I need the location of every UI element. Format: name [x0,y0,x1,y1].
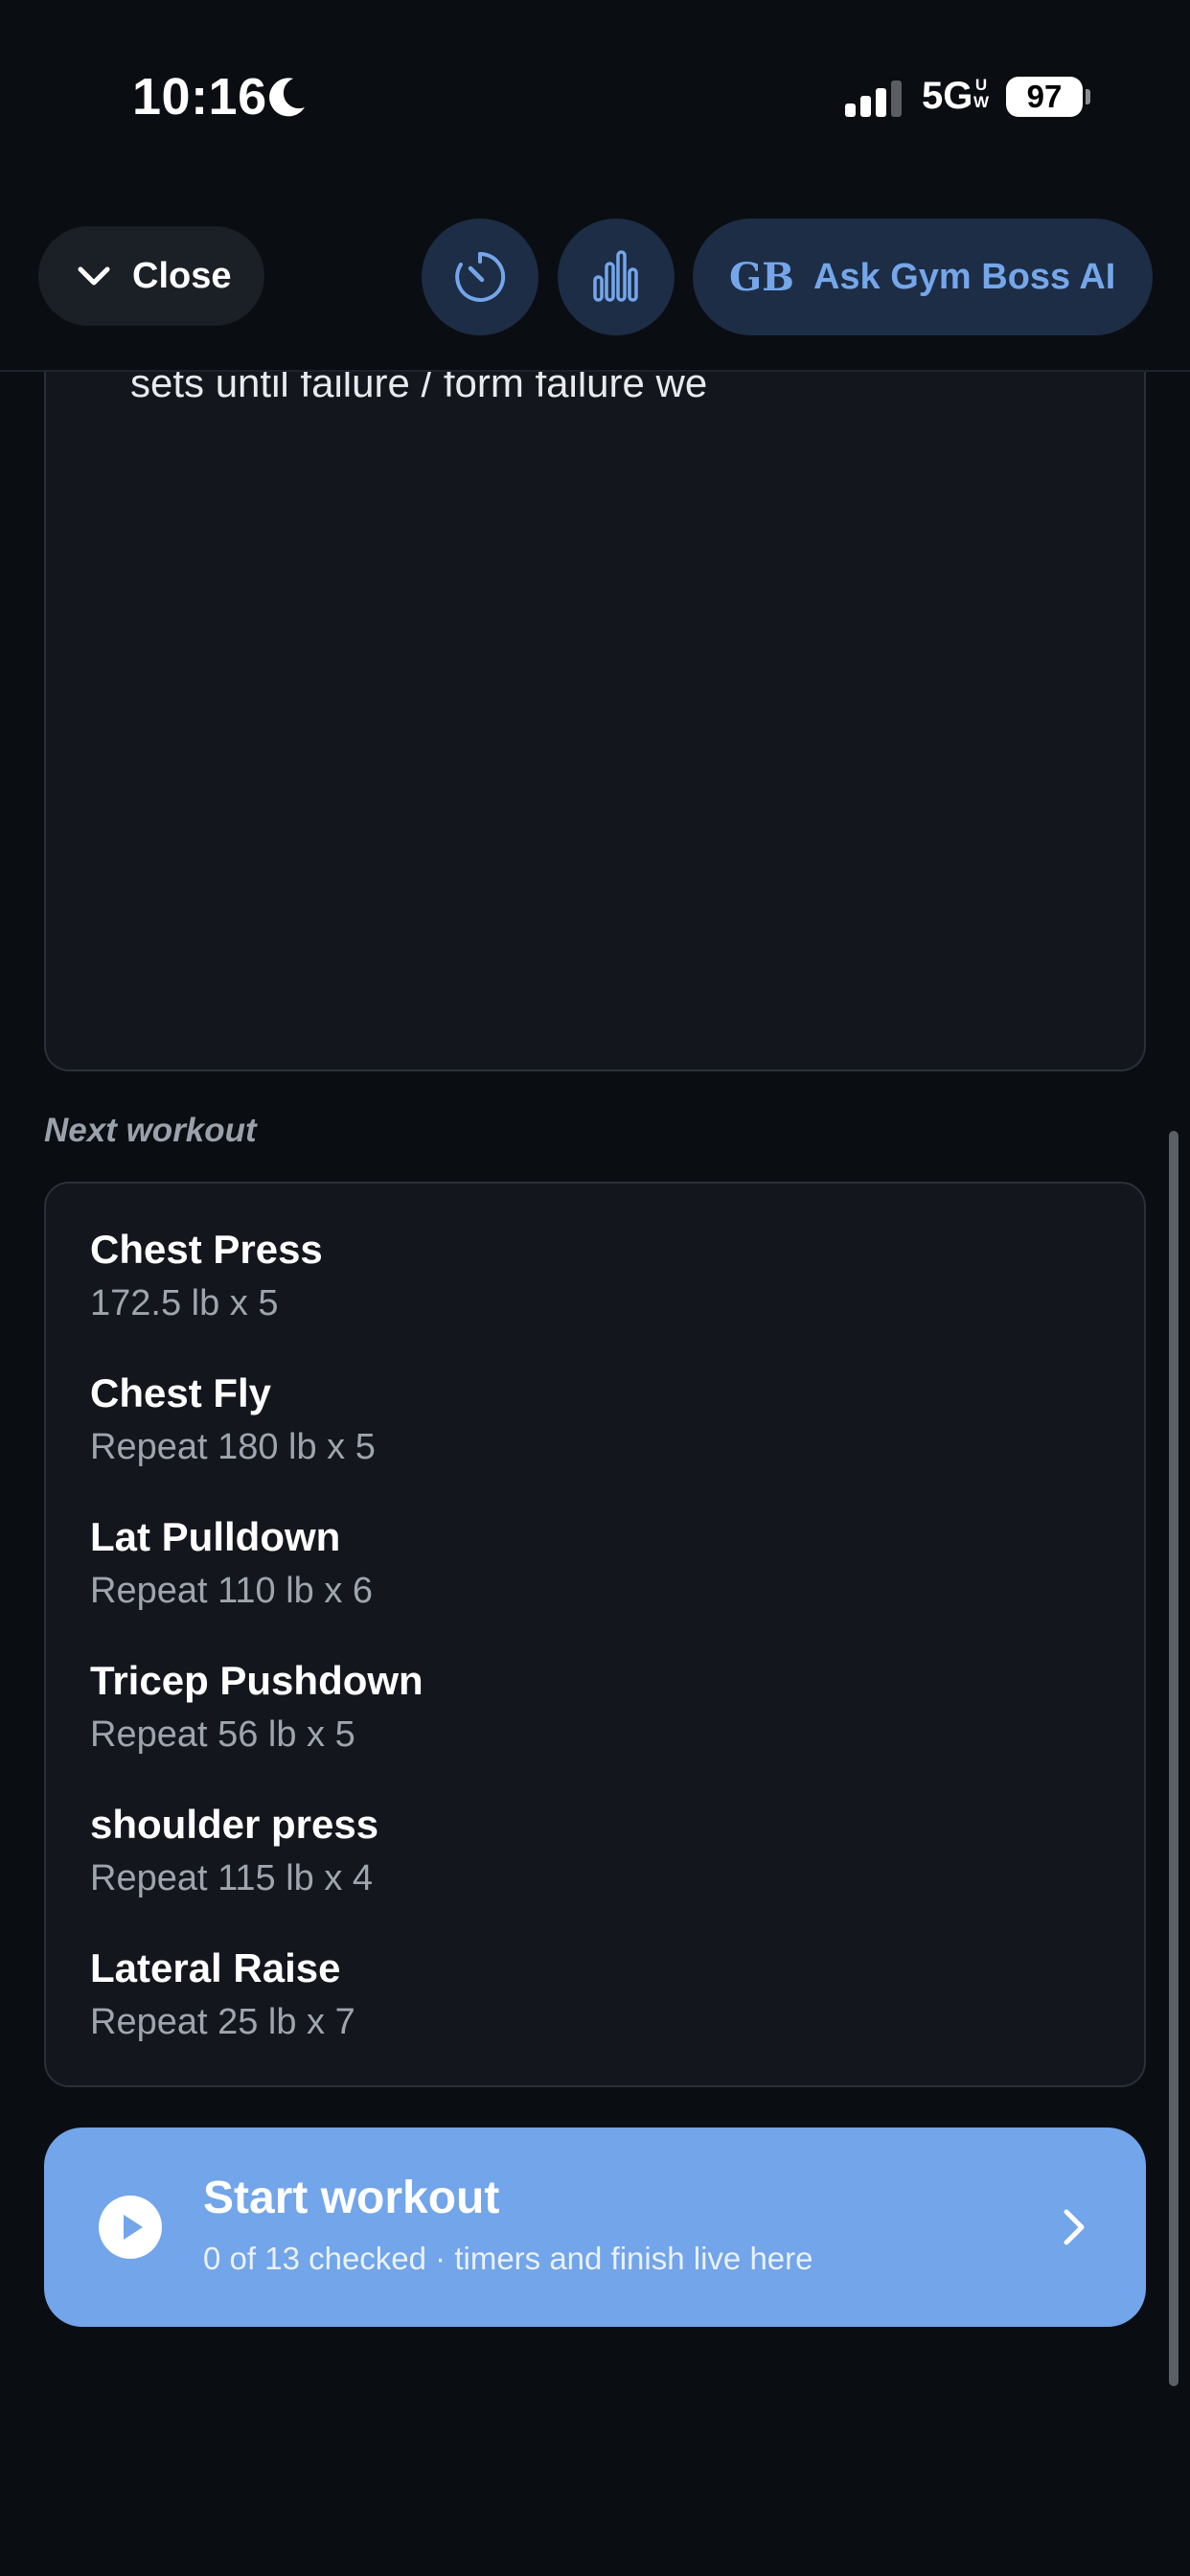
list-item: Lat Pulldown Repeat 110 lb x 6 [90,1513,373,1615]
notes-card[interactable] [44,316,1146,1071]
ask-ai-button[interactable]: GB Ask Gym Boss AI [693,218,1153,335]
list-item: Lateral Raise Repeat 25 lb x 7 [90,1944,355,2046]
list-item: shoulder press Repeat 115 lb x 4 [90,1801,378,1902]
signal-strength-icon [845,80,902,117]
exercise-detail: Repeat 180 lb x 5 [90,1427,376,1467]
exercise-name: Lateral Raise [90,1945,341,1990]
exercise-detail: Repeat 56 lb x 5 [90,1714,355,1755]
list-item: Tricep Pushdown Repeat 56 lb x 5 [90,1657,423,1759]
exercise-name: Chest Press [90,1227,323,1272]
moon-icon [269,78,305,117]
exercise-detail: Repeat 110 lb x 6 [90,1571,374,1611]
start-workout-button[interactable]: Start workout 0 of 13 checked · timers a… [44,2128,1146,2327]
exercise-name: shoulder press [90,1802,379,1847]
exercise-name: Lat Pulldown [90,1514,341,1559]
exercise-detail: 172.5 lb x 5 [90,1283,279,1323]
list-item: Chest Fly Repeat 180 lb x 5 [90,1369,376,1471]
stats-button[interactable] [558,218,675,335]
next-workout-label: Next workout [44,1112,257,1149]
status-time: 10:16 [132,68,267,126]
start-workout-subtitle: 0 of 13 checked · timers and finish live… [203,2241,813,2276]
close-button[interactable]: Close [38,226,264,326]
timer-button[interactable] [422,218,538,335]
next-workout-list: Chest Press 172.5 lb x 5 Chest Fly Repea… [44,1182,1146,2087]
battery-tip [1086,89,1090,104]
exercise-name: Tricep Pushdown [90,1658,423,1703]
scrollbar[interactable] [1169,1131,1179,2386]
exercise-detail: Repeat 25 lb x 7 [90,2002,355,2042]
timer-icon [455,251,506,302]
workout-screen: 10:16 5G U W 97 sets until failure / for… [0,0,1190,2576]
network-badge-top: U [974,76,988,94]
list-item: Chest Press 172.5 lb x 5 [90,1226,323,1327]
close-label: Close [132,255,232,296]
start-workout-title: Start workout [203,2173,500,2223]
play-icon [99,2196,162,2259]
network-type: 5G [922,75,973,117]
bar-chart-icon [593,250,638,302]
chevron-right-icon [1064,2209,1085,2245]
exercise-name: Chest Fly [90,1370,272,1415]
battery-level: 97 [1006,77,1083,117]
gym-boss-logo: GB [729,254,794,300]
ask-ai-label: Ask Gym Boss AI [812,256,1116,297]
network-badge-bottom: W [973,93,990,111]
exercise-detail: Repeat 115 lb x 4 [90,1858,374,1898]
status-bar: 10:16 5G U W 97 [0,0,1190,192]
chevron-down-icon [78,266,110,286]
network-badge: U W [973,77,989,111]
top-toolbar: Close GB Ask Gym Boss AI [0,192,1190,372]
